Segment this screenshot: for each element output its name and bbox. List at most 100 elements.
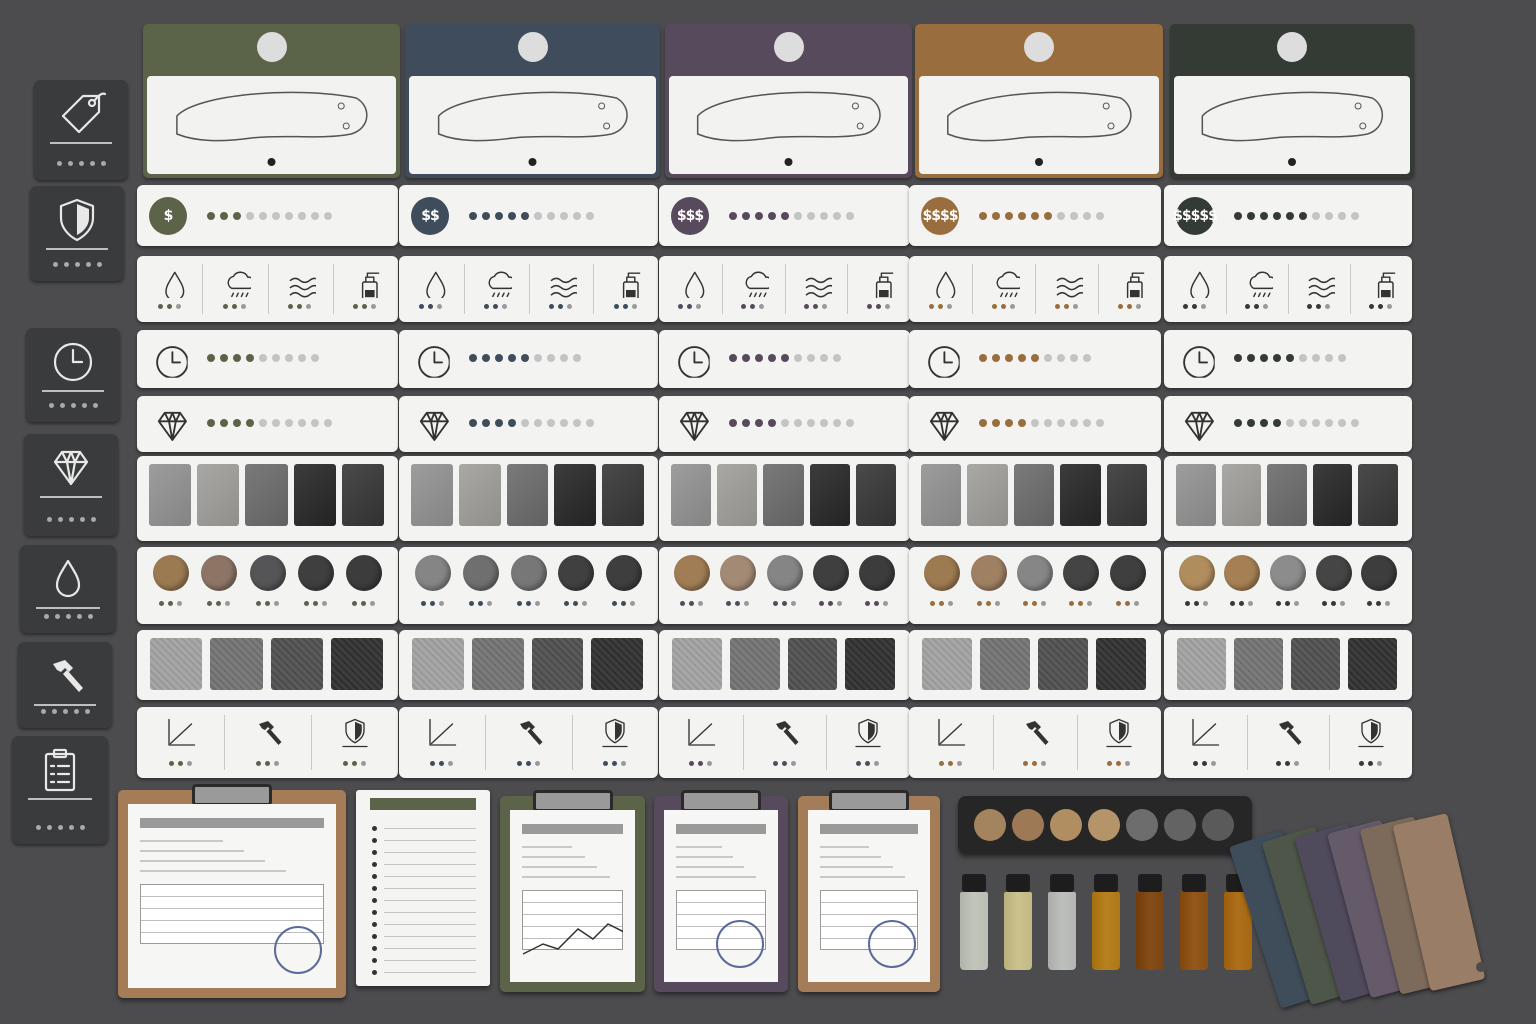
finish-swatch-card[interactable] [399,456,658,541]
environment-resistance-card[interactable] [909,256,1161,322]
finish-swatch[interactable] [1176,464,1216,526]
finish-swatch[interactable] [763,464,804,526]
material-disc-card[interactable] [137,547,398,624]
knife-header-card[interactable] [143,24,400,178]
finish-swatch[interactable] [197,464,240,526]
durability-time-card[interactable] [1164,330,1412,388]
texture-swatch[interactable] [787,638,838,690]
texture-swatch[interactable] [330,638,383,690]
texture-swatch[interactable] [1177,638,1226,690]
material-disc[interactable] [924,555,961,591]
price-tier-card[interactable]: $$$$$ [1164,185,1412,246]
sidebar-tile[interactable] [20,545,116,633]
material-disc[interactable] [297,555,334,591]
material-disc[interactable] [558,555,595,591]
hardness-gem-card[interactable] [909,396,1161,452]
texture-swatch[interactable] [672,638,722,690]
material-disc[interactable] [812,555,849,591]
finish-swatch[interactable] [717,464,758,526]
environment-resistance-card[interactable] [137,256,398,322]
environment-resistance-card[interactable] [1164,256,1412,322]
sidebar-tile[interactable] [34,80,128,180]
material-disc[interactable] [1270,555,1306,591]
tray-disc[interactable] [1202,809,1234,841]
sidebar-tile[interactable] [30,186,124,281]
texture-swatch[interactable] [1096,638,1146,690]
sample-disc-tray[interactable] [958,796,1252,854]
price-tier-card[interactable]: $$ [399,185,658,246]
material-disc[interactable] [249,555,286,591]
performance-card[interactable] [1164,707,1412,778]
material-disc-card[interactable] [1164,547,1412,624]
oil-sample-vial[interactable] [1092,874,1120,970]
finish-swatch[interactable] [1106,464,1147,526]
material-disc[interactable] [1178,555,1215,591]
material-disc[interactable] [720,555,757,591]
material-disc[interactable] [606,555,643,591]
material-disc[interactable] [1063,555,1100,591]
tray-disc[interactable] [1088,809,1120,841]
texture-swatch[interactable] [591,638,643,690]
knife-header-card[interactable] [405,24,660,178]
texture-swatch[interactable] [1038,638,1088,690]
finish-swatch[interactable] [855,464,896,526]
oil-sample-vial[interactable] [1136,874,1164,970]
durability-time-card[interactable] [909,330,1161,388]
sidebar-tile[interactable] [18,642,112,728]
knife-header-card[interactable] [915,24,1163,178]
texture-swatch[interactable] [1291,638,1340,690]
finish-swatch[interactable] [1013,464,1055,526]
texture-swatch[interactable] [210,638,263,690]
environment-resistance-card[interactable] [399,256,658,322]
hardness-gem-card[interactable] [137,396,398,452]
hardness-gem-card[interactable] [399,396,658,452]
surface-texture-card[interactable] [909,630,1161,700]
texture-swatch[interactable] [845,638,895,690]
finish-swatch[interactable] [1358,464,1398,526]
brown-clipboard[interactable] [798,790,940,992]
performance-card[interactable] [659,707,910,778]
texture-swatch[interactable] [531,638,584,690]
texture-swatch[interactable] [1234,638,1283,690]
texture-swatch[interactable] [1348,638,1397,690]
knife-header-card[interactable] [665,24,912,178]
chart-clipboard[interactable] [500,790,645,992]
surface-texture-card[interactable] [137,630,398,700]
material-disc[interactable] [1109,555,1146,591]
oil-sample-vial[interactable] [1180,874,1208,970]
material-disc-card[interactable] [399,547,658,624]
durability-time-card[interactable] [399,330,658,388]
material-disc[interactable] [510,555,547,591]
performance-card[interactable] [399,707,658,778]
material-disc[interactable] [858,555,895,591]
surface-texture-card[interactable] [1164,630,1412,700]
inspection-clipboard[interactable] [118,784,346,998]
finish-swatch-card[interactable] [909,456,1161,541]
finish-swatch[interactable] [1312,464,1353,526]
finish-swatch[interactable] [809,464,850,526]
finish-swatch[interactable] [458,464,501,526]
finish-swatch-card[interactable] [1164,456,1412,541]
material-disc[interactable] [414,555,451,591]
oil-sample-vial[interactable] [1004,874,1032,970]
material-disc[interactable] [766,555,803,591]
texture-swatch[interactable] [150,638,203,690]
durability-time-card[interactable] [659,330,910,388]
texture-swatch[interactable] [729,638,780,690]
finish-swatch[interactable] [411,464,453,526]
material-disc[interactable] [970,555,1007,591]
finish-swatch[interactable] [671,464,712,526]
surface-texture-card[interactable] [399,630,658,700]
hardness-gem-card[interactable] [1164,396,1412,452]
material-disc[interactable] [1361,555,1398,591]
finish-swatch[interactable] [1060,464,1101,526]
finish-swatch[interactable] [293,464,336,526]
texture-swatch[interactable] [412,638,464,690]
finish-swatch[interactable] [602,464,644,526]
price-tier-card[interactable]: $$$$ [909,185,1161,246]
material-disc[interactable] [1017,555,1053,591]
sidebar-tile[interactable] [12,736,108,844]
checklist-notepad[interactable] [356,790,490,986]
tray-disc[interactable] [974,809,1006,841]
finish-swatch[interactable] [967,464,1008,526]
